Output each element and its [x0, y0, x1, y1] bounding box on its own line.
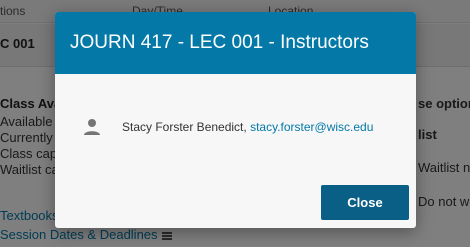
instructor-name-text: Stacy Forster Benedict,: [122, 120, 251, 134]
instructor-row: Stacy Forster Benedict, stacy.forster@wi…: [83, 118, 403, 138]
modal-header: JOURN 417 - LEC 001 - Instructors: [55, 12, 416, 74]
close-button[interactable]: Close: [321, 185, 409, 220]
instructors-modal: JOURN 417 - LEC 001 - Instructors Stacy …: [55, 12, 416, 228]
modal-title: JOURN 417 - LEC 001 - Instructors: [70, 32, 369, 53]
instructor-email-link[interactable]: stacy.forster@wisc.edu: [250, 120, 373, 134]
person-icon: [84, 119, 100, 135]
instructor-name: Stacy Forster Benedict, stacy.forster@wi…: [122, 120, 373, 134]
